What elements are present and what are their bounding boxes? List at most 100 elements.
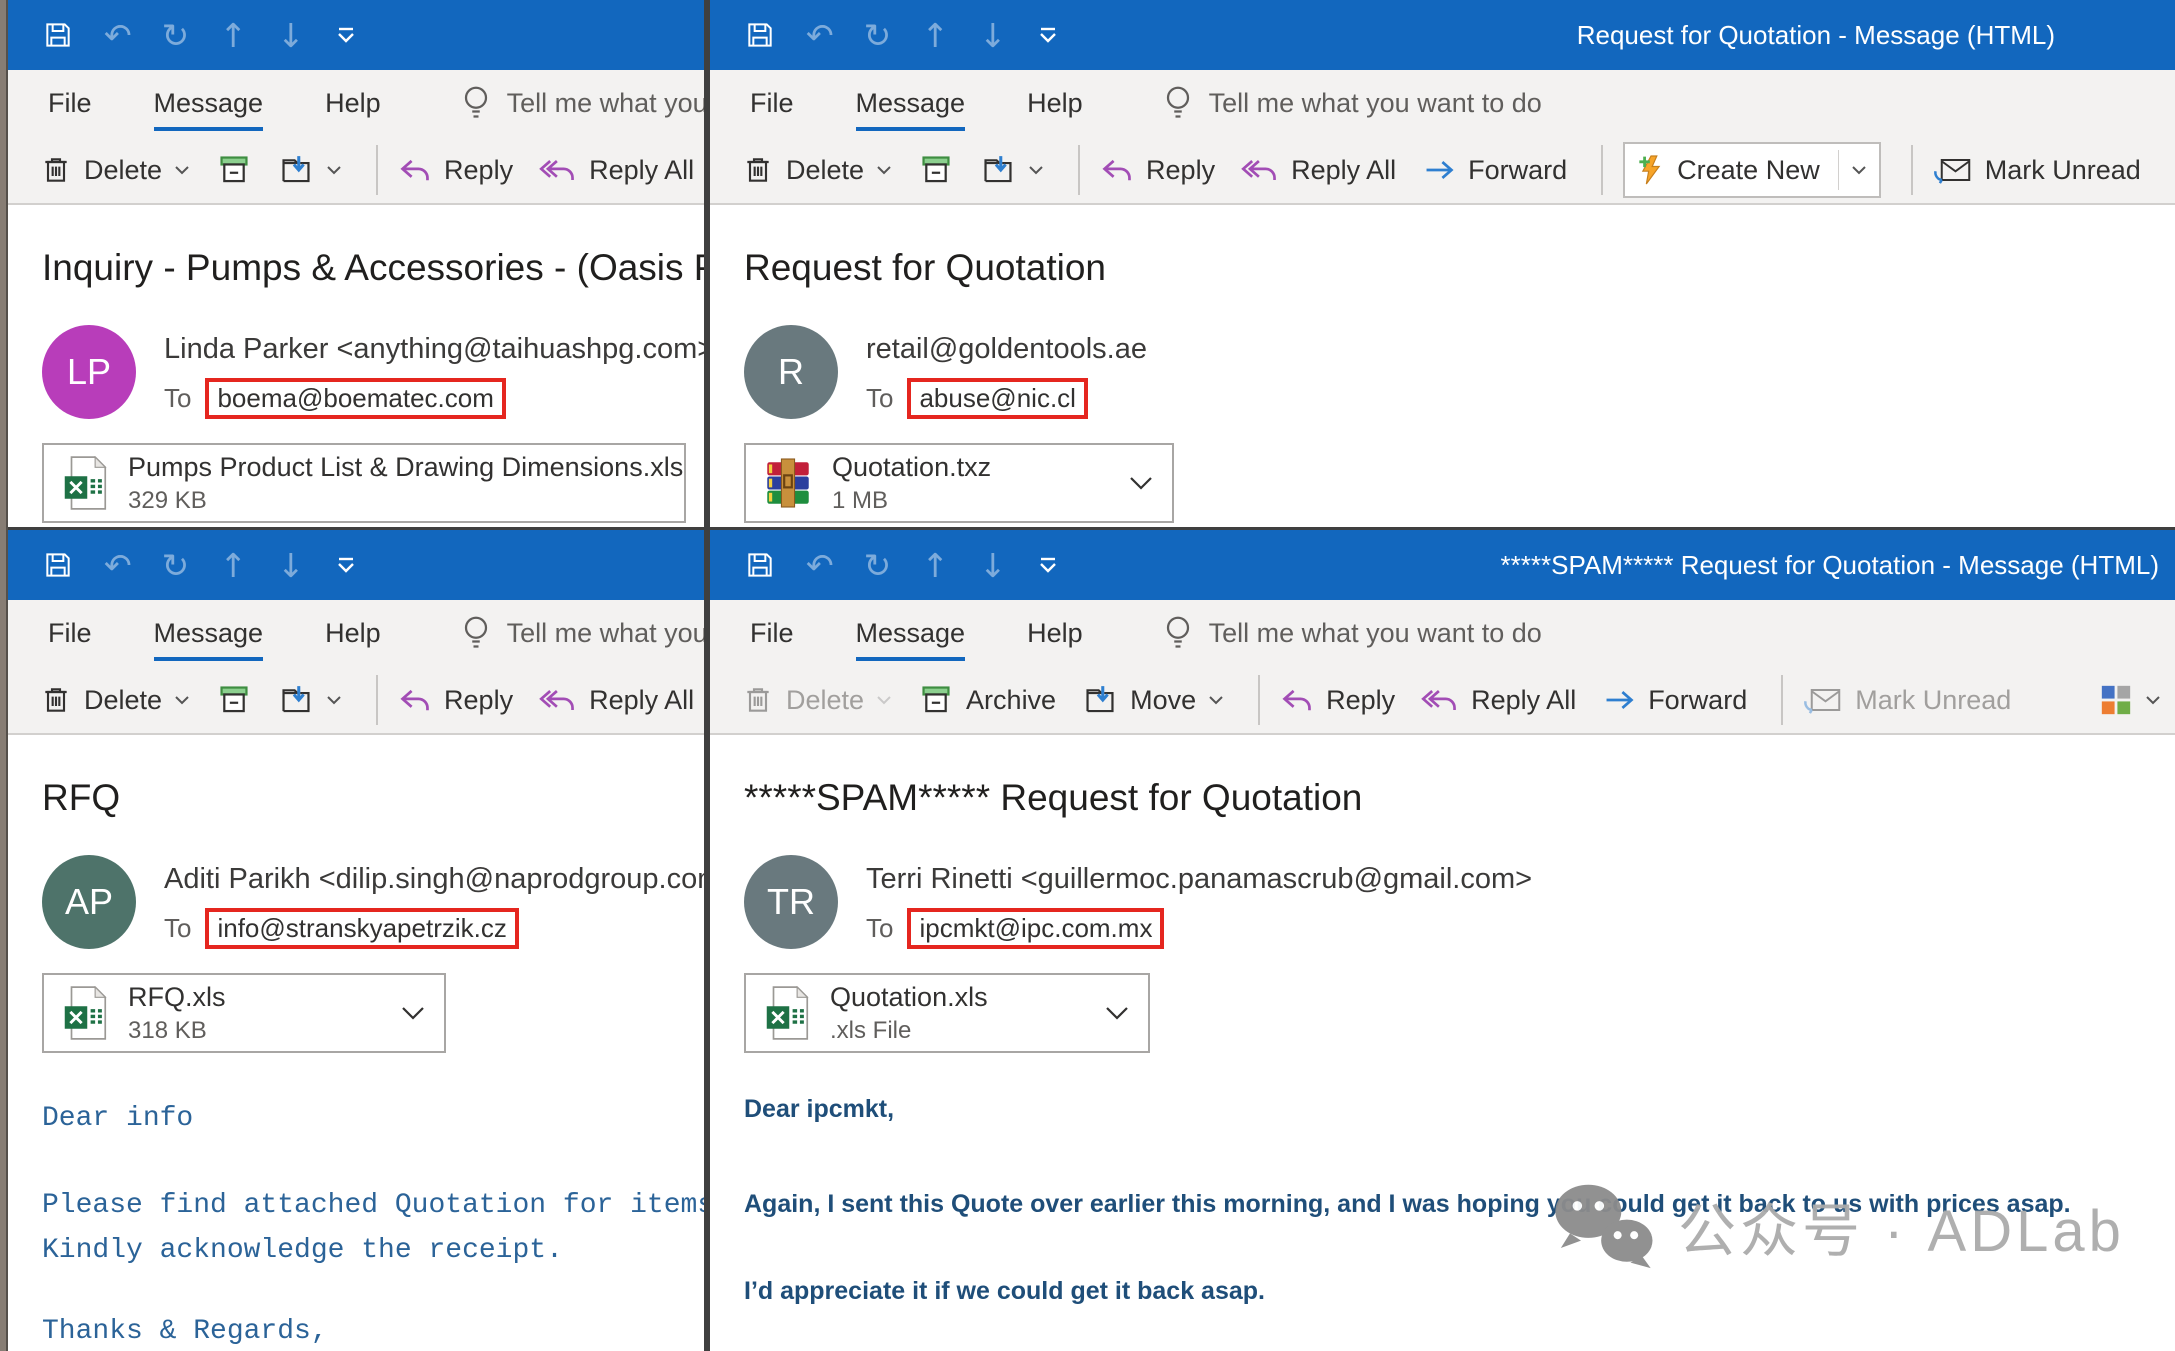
- reply-all-button[interactable]: Reply All: [1421, 685, 1576, 716]
- reply-icon: [1280, 685, 1314, 715]
- customize-qat-chevron-icon[interactable]: [1037, 27, 1059, 43]
- archive-button[interactable]: Archive: [918, 683, 1056, 717]
- tab-message[interactable]: Message: [856, 618, 966, 649]
- reply-button[interactable]: Reply: [398, 155, 513, 186]
- move-button[interactable]: [980, 153, 1044, 187]
- recipient-address-highlighted[interactable]: abuse@nic.cl: [907, 378, 1087, 419]
- email-subject: Request for Quotation: [744, 247, 2175, 289]
- delete-button[interactable]: Delete: [742, 153, 892, 187]
- tab-help[interactable]: Help: [1027, 618, 1083, 649]
- move-button[interactable]: [278, 153, 342, 187]
- create-new-button[interactable]: Create New: [1623, 142, 1881, 198]
- tab-file[interactable]: File: [750, 88, 794, 119]
- tell-me-box[interactable]: Tell me what you want to do: [1163, 614, 1542, 654]
- undo-icon[interactable]: ↶: [806, 19, 834, 52]
- save-icon[interactable]: [744, 549, 776, 581]
- forward-button[interactable]: Forward: [1602, 685, 1747, 716]
- archive-button[interactable]: [216, 153, 252, 187]
- save-icon[interactable]: [744, 19, 776, 51]
- sender-avatar[interactable]: TR: [744, 855, 838, 949]
- excel-file-icon: [62, 986, 108, 1040]
- move-down-icon[interactable]: ↓: [979, 19, 1007, 52]
- customize-qat-chevron-icon[interactable]: [335, 27, 357, 43]
- envelope-unread-icon: [1803, 684, 1843, 716]
- move-button[interactable]: [278, 683, 342, 717]
- undo-icon[interactable]: ↶: [104, 549, 132, 582]
- attachment-options-chevron-icon[interactable]: [400, 1005, 426, 1021]
- delete-button[interactable]: Delete: [40, 153, 190, 187]
- redo-icon[interactable]: ↻: [162, 19, 190, 52]
- attachment-options-chevron-icon[interactable]: [1104, 1005, 1130, 1021]
- customize-qat-chevron-icon[interactable]: [1037, 557, 1059, 573]
- delete-button[interactable]: Delete: [40, 683, 190, 717]
- save-icon[interactable]: [42, 549, 74, 581]
- message-content: RFQ AP Aditi Parikh <dilip.singh@naprodg…: [8, 777, 704, 1347]
- archive-button[interactable]: [918, 153, 954, 187]
- reply-all-button[interactable]: Reply All: [1241, 155, 1396, 186]
- undo-icon[interactable]: ↶: [104, 19, 132, 52]
- lightbulb-icon: [461, 84, 491, 124]
- reply-button[interactable]: Reply: [1100, 155, 1215, 186]
- move-folder-icon: [278, 153, 314, 187]
- tab-message[interactable]: Message: [154, 88, 264, 119]
- attachment-options-chevron-icon[interactable]: [1128, 475, 1154, 491]
- archive-button[interactable]: [216, 683, 252, 717]
- sender-address: Linda Parker <anything@taihuashpg.com>: [164, 325, 707, 366]
- forward-button[interactable]: Forward: [1422, 155, 1567, 186]
- tab-help[interactable]: Help: [1027, 88, 1083, 119]
- tell-me-box[interactable]: Tell me what you want to do: [461, 84, 707, 124]
- sender-avatar[interactable]: AP: [42, 855, 136, 949]
- lightbulb-icon: [461, 614, 491, 654]
- sender-avatar[interactable]: LP: [42, 325, 136, 419]
- tell-me-box[interactable]: Tell me what you want to do: [1163, 84, 1542, 124]
- attachment-card[interactable]: RFQ.xls 318 KB: [42, 973, 446, 1053]
- sender-avatar[interactable]: R: [744, 325, 838, 419]
- customize-qat-chevron-icon[interactable]: [335, 557, 357, 573]
- redo-icon[interactable]: ↻: [864, 549, 892, 582]
- tell-me-box[interactable]: Tell me what you want to do: [461, 614, 707, 654]
- chevron-down-icon[interactable]: [1851, 165, 1867, 175]
- redo-icon[interactable]: ↻: [162, 549, 190, 582]
- attachment-card[interactable]: Quotation.xls .xls File: [744, 973, 1150, 1053]
- recipient-address-highlighted[interactable]: boema@boematec.com: [205, 378, 505, 419]
- move-down-icon[interactable]: ↓: [277, 549, 305, 582]
- recipient-address-highlighted[interactable]: info@stranskyapetrzik.cz: [205, 908, 518, 949]
- redo-icon[interactable]: ↻: [864, 19, 892, 52]
- save-icon[interactable]: [42, 19, 74, 51]
- forward-icon: [1602, 685, 1636, 715]
- reply-all-button[interactable]: Reply All: [539, 155, 694, 186]
- undo-icon[interactable]: ↶: [806, 549, 834, 582]
- move-button[interactable]: Move: [1082, 683, 1224, 717]
- tab-help[interactable]: Help: [325, 618, 381, 649]
- move-down-icon[interactable]: ↓: [277, 19, 305, 52]
- tab-file[interactable]: File: [48, 618, 92, 649]
- move-up-icon[interactable]: ↑: [921, 549, 949, 582]
- move-up-icon[interactable]: ↑: [219, 549, 247, 582]
- tab-file[interactable]: File: [750, 618, 794, 649]
- attachment-card[interactable]: Quotation.txz 1 MB: [744, 443, 1174, 523]
- mark-unread-button[interactable]: Mark Unread: [1933, 154, 2141, 186]
- chevron-down-icon: [174, 165, 190, 175]
- view-layout-button[interactable]: [2099, 683, 2161, 717]
- chevron-down-icon: [1028, 165, 1044, 175]
- recipient-address-highlighted[interactable]: ipcmkt@ipc.com.mx: [907, 908, 1164, 949]
- move-up-icon[interactable]: ↑: [219, 19, 247, 52]
- lightning-new-icon: [1637, 153, 1665, 187]
- tab-message[interactable]: Message: [856, 88, 966, 119]
- tab-message[interactable]: Message: [154, 618, 264, 649]
- to-label: To: [866, 913, 893, 944]
- attachment-card[interactable]: Pumps Product List & Drawing Dimensions.…: [42, 443, 686, 523]
- tab-help[interactable]: Help: [325, 88, 381, 119]
- lightbulb-icon: [1163, 614, 1193, 654]
- sender-address: Aditi Parikh <dilip.singh@naprodgroup.co…: [164, 855, 707, 896]
- archive-icon: [918, 683, 954, 717]
- reply-all-button[interactable]: Reply All: [539, 685, 694, 716]
- attachment-size: 1 MB: [832, 487, 991, 515]
- message-window-top-left: ↶ ↻ ↑ ↓ File Message Help Tell me what y…: [8, 0, 707, 527]
- move-up-icon[interactable]: ↑: [921, 19, 949, 52]
- reply-button[interactable]: Reply: [398, 685, 513, 716]
- reply-button[interactable]: Reply: [1280, 685, 1395, 716]
- reply-all-icon: [539, 685, 577, 715]
- tab-file[interactable]: File: [48, 88, 92, 119]
- move-down-icon[interactable]: ↓: [979, 549, 1007, 582]
